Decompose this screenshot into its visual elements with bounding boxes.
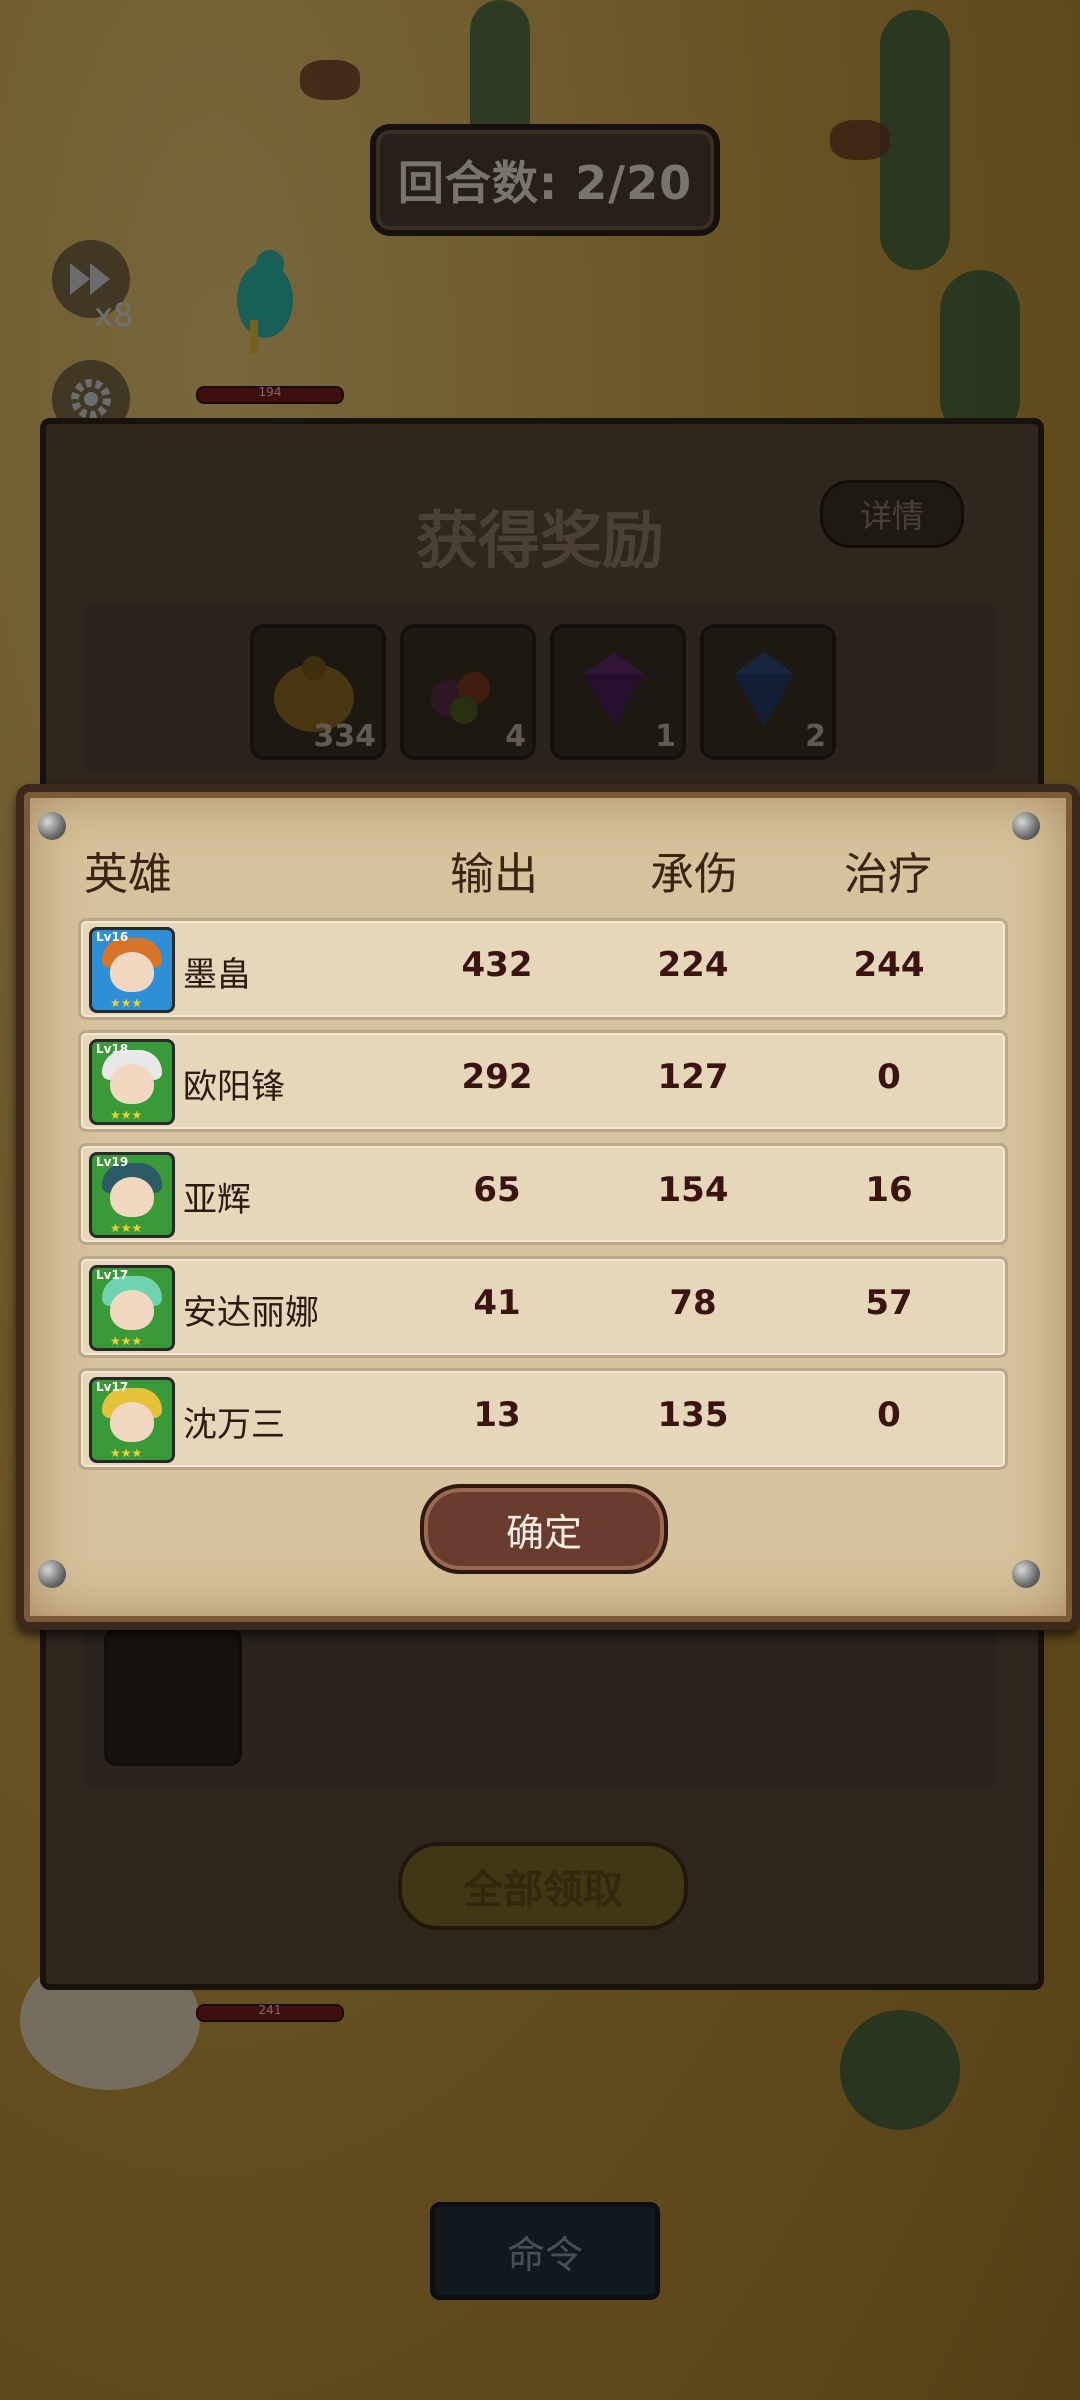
hero-stat-row: Lv18 ★★★ 欧阳锋 292 127 0	[78, 1030, 1008, 1132]
hero-taken-value: 135	[657, 1395, 729, 1435]
hero-avatar[interactable]: Lv17 ★★★	[89, 1265, 175, 1351]
header-damage: 输出	[450, 849, 538, 900]
hero-stat-row: Lv17 ★★★ 安达丽娜 41 78 57	[78, 1256, 1008, 1358]
hero-face	[110, 1290, 154, 1330]
hero-taken-value: 78	[669, 1283, 717, 1323]
hero-damage-value: 432	[461, 945, 533, 985]
hero-level: Lv16	[96, 930, 129, 944]
hero-taken-value: 154	[657, 1170, 729, 1210]
hero-level: Lv18	[96, 1042, 129, 1056]
star-rating-icon: ★★★	[110, 1446, 143, 1460]
hero-name: 安达丽娜	[183, 1293, 319, 1333]
rivet-decoration	[38, 812, 66, 840]
star-rating-icon: ★★★	[110, 1108, 143, 1122]
hero-damage-value: 65	[473, 1170, 521, 1210]
hero-heal-value: 0	[877, 1057, 901, 1097]
rivet-decoration	[1012, 1560, 1040, 1588]
hero-face	[110, 952, 154, 992]
hero-name: 墨畠	[183, 955, 251, 995]
hero-face	[110, 1402, 154, 1442]
header-damage-taken: 承伤	[650, 849, 738, 900]
hero-avatar[interactable]: Lv18 ★★★	[89, 1039, 175, 1125]
confirm-button[interactable]: 确定	[420, 1484, 668, 1574]
hero-taken-value: 224	[657, 945, 729, 985]
star-rating-icon: ★★★	[110, 996, 143, 1010]
hero-stat-row: Lv16 ★★★ 墨畠 432 224 244	[78, 918, 1008, 1020]
hero-name: 欧阳锋	[183, 1067, 285, 1107]
hero-avatar[interactable]: Lv16 ★★★	[89, 927, 175, 1013]
hero-level: Lv17	[96, 1268, 129, 1282]
hero-damage-value: 13	[473, 1395, 521, 1435]
hero-damage-value: 41	[473, 1283, 521, 1323]
hero-taken-value: 127	[657, 1057, 729, 1097]
hero-level: Lv19	[96, 1155, 129, 1169]
rivet-decoration	[38, 1560, 66, 1588]
star-rating-icon: ★★★	[110, 1334, 143, 1348]
hero-name: 沈万三	[183, 1405, 285, 1445]
hero-heal-value: 244	[853, 945, 925, 985]
hero-heal-value: 57	[865, 1283, 913, 1323]
rivet-decoration	[1012, 812, 1040, 840]
hero-stat-row: Lv17 ★★★ 沈万三 13 135 0	[78, 1368, 1008, 1470]
hero-avatar[interactable]: Lv19 ★★★	[89, 1152, 175, 1238]
hero-avatar[interactable]: Lv17 ★★★	[89, 1377, 175, 1463]
hero-stat-row: Lv19 ★★★ 亚辉 65 154 16	[78, 1143, 1008, 1245]
hero-damage-value: 292	[461, 1057, 533, 1097]
hero-name: 亚辉	[183, 1180, 251, 1220]
star-rating-icon: ★★★	[110, 1221, 143, 1235]
hero-level: Lv17	[96, 1380, 129, 1394]
header-hero: 英雄	[84, 849, 172, 900]
hero-face	[110, 1177, 154, 1217]
hero-heal-value: 16	[865, 1170, 913, 1210]
hero-heal-value: 0	[877, 1395, 901, 1435]
hero-face	[110, 1064, 154, 1104]
header-healing: 治疗	[844, 849, 932, 900]
